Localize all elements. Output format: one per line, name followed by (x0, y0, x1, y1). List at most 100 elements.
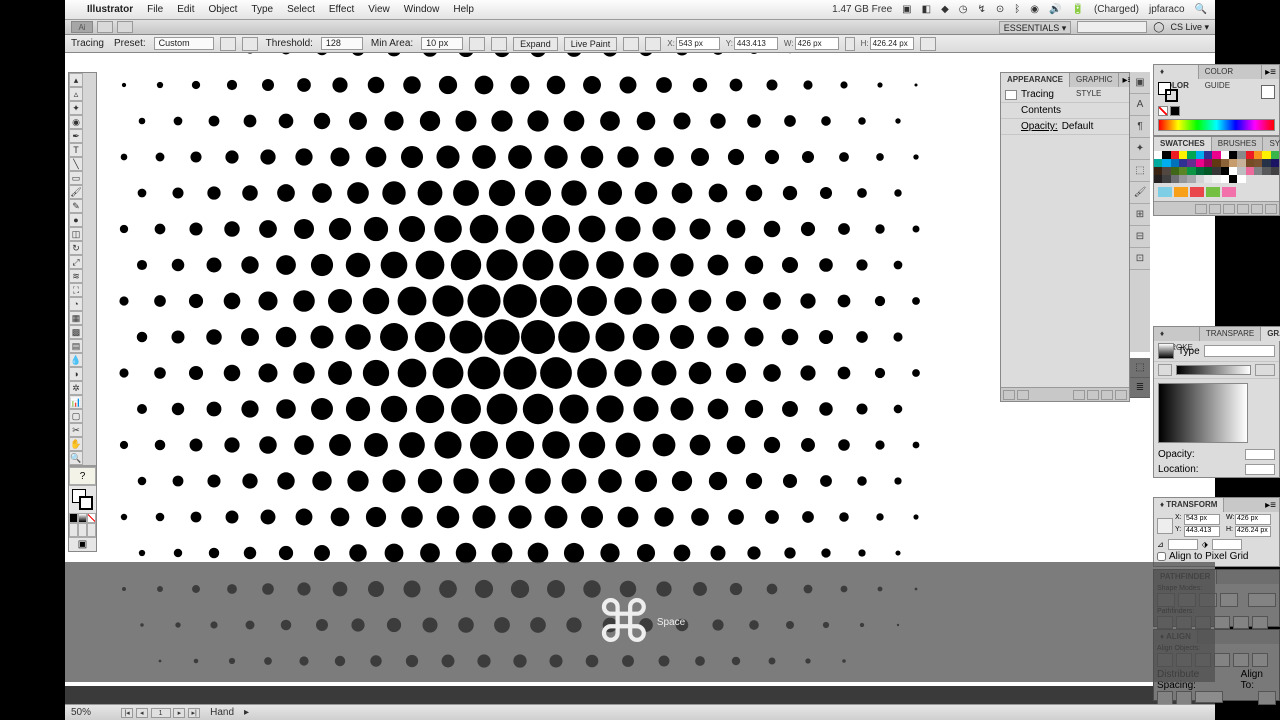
gradient-slider[interactable] (1176, 365, 1251, 375)
selection-tool[interactable]: ▴ (69, 73, 83, 87)
trace-option-icon[interactable] (469, 37, 485, 51)
color-mode-solid[interactable] (69, 513, 78, 523)
swatch[interactable] (1212, 167, 1220, 175)
trace-option-icon[interactable] (491, 37, 507, 51)
menu-edit[interactable]: Edit (177, 4, 194, 15)
constrain-icon[interactable] (920, 37, 936, 51)
distribute-h-icon[interactable] (1176, 691, 1192, 705)
alignto-icon[interactable] (1258, 691, 1276, 705)
color-swatch[interactable] (1261, 85, 1275, 99)
swatch[interactable] (1237, 167, 1245, 175)
free-transform-tool[interactable]: ⛶ (69, 283, 83, 297)
collapsed-panel-icon[interactable]: ¶ (1130, 116, 1150, 138)
preset-select[interactable]: Custom (154, 37, 214, 50)
swatch[interactable] (1174, 187, 1188, 197)
x-field[interactable]: 543 px (676, 37, 720, 50)
tab-brushes[interactable]: BRUSHES (1212, 137, 1264, 151)
swatch[interactable] (1204, 151, 1212, 159)
swatch[interactable] (1271, 151, 1279, 159)
align-vcenter-icon[interactable] (1233, 653, 1249, 667)
isolate-icon[interactable] (645, 37, 661, 51)
tab-symbols[interactable]: SYMBOLS (1263, 137, 1280, 151)
menuextra-icon[interactable]: ◆ (941, 4, 949, 15)
panel-menu-icon[interactable]: ▸≡ (1262, 500, 1279, 511)
next-artboard-icon[interactable]: ▸ (173, 708, 185, 718)
swatch[interactable] (1254, 167, 1262, 175)
collapsed-panel-icon[interactable]: A (1130, 94, 1150, 116)
reference-point-icon[interactable] (1157, 518, 1173, 534)
draw-normal[interactable] (69, 523, 78, 537)
swatch[interactable] (1158, 187, 1172, 197)
perspective-tool[interactable]: ▦ (69, 311, 83, 325)
graph-tool[interactable]: 📊 (69, 395, 83, 409)
trash-icon[interactable] (1265, 204, 1277, 214)
swatch[interactable] (1162, 175, 1170, 183)
swatch[interactable] (1271, 167, 1279, 175)
swatch[interactable] (1187, 167, 1195, 175)
swatch[interactable] (1212, 151, 1220, 159)
wh-link-icon[interactable] (845, 37, 855, 51)
swatch[interactable] (1246, 151, 1254, 159)
menu-view[interactable]: View (368, 4, 390, 15)
expand-button[interactable] (1248, 593, 1276, 607)
panel-button-icon[interactable] (1003, 390, 1015, 400)
last-artboard-icon[interactable]: ▸| (188, 708, 200, 718)
align-top-icon[interactable] (1214, 653, 1230, 667)
appearance-panel[interactable]: APPEARANCE GRAPHIC STYLE ▸≡ Tracing Cont… (1000, 72, 1130, 402)
new-fx-icon[interactable] (1073, 390, 1085, 400)
menu-object[interactable]: Object (208, 4, 237, 15)
collapsed-panel-icon[interactable]: ⬚ (1130, 160, 1150, 182)
screen-mode-button[interactable]: ▣ (69, 537, 96, 551)
swatch[interactable] (1237, 151, 1245, 159)
swatch[interactable] (1229, 175, 1237, 183)
menuextra-icon[interactable]: ◷ (959, 4, 968, 15)
swatch[interactable] (1187, 151, 1195, 159)
swatch[interactable] (1204, 159, 1212, 167)
black-swatch[interactable] (1170, 106, 1180, 116)
volume-icon[interactable]: 🔊 (1049, 4, 1061, 15)
swatch[interactable] (1154, 151, 1162, 159)
gradient-panel[interactable]: ♦ STROKE TRANSPARE GRADIENT Type Opacity… (1153, 326, 1280, 478)
pen-tool[interactable]: ✒ (69, 129, 83, 143)
prev-artboard-icon[interactable]: ◂ (136, 708, 148, 718)
appearance-item[interactable]: Contents (1021, 105, 1061, 116)
swatch[interactable] (1187, 175, 1195, 183)
swatch[interactable] (1179, 175, 1187, 183)
swatch[interactable] (1212, 159, 1220, 167)
spectrum-bar[interactable] (1158, 119, 1275, 131)
swatch[interactable] (1154, 167, 1162, 175)
tab-gradient[interactable]: GRADIENT (1261, 327, 1280, 341)
y-field[interactable]: 443.413 px (734, 37, 778, 50)
swatch[interactable] (1171, 175, 1179, 183)
gradient-type-select[interactable] (1204, 345, 1275, 357)
width-tool[interactable]: ≋ (69, 269, 83, 283)
swatch[interactable] (1171, 159, 1179, 167)
swatch[interactable] (1179, 151, 1187, 159)
minarea-field[interactable]: 10 px (421, 37, 463, 50)
tab-swatches[interactable]: SWATCHES (1154, 137, 1212, 151)
wifi-icon[interactable]: ◉ (1030, 4, 1039, 15)
swatch[interactable] (1237, 159, 1245, 167)
zoom-field[interactable]: 50% (71, 707, 111, 718)
eraser-tool[interactable]: ◫ (69, 227, 83, 241)
distribute-v-icon[interactable] (1157, 691, 1173, 705)
swatch[interactable] (1179, 159, 1187, 167)
swatch[interactable] (1262, 159, 1270, 167)
new-group-icon[interactable] (1237, 204, 1249, 214)
slice-tool[interactable]: ✂ (69, 423, 83, 437)
swatch[interactable] (1229, 151, 1237, 159)
swatch[interactable] (1246, 159, 1254, 167)
menuextra-icon[interactable]: ◧ (922, 4, 931, 15)
preview-icon[interactable] (242, 37, 258, 51)
swatch-kind-icon[interactable] (1209, 204, 1221, 214)
outline-icon[interactable] (1233, 616, 1249, 629)
swatch-lib-icon[interactable] (1195, 204, 1207, 214)
symbol-sprayer-tool[interactable]: ✲ (69, 381, 83, 395)
shear-field[interactable] (1212, 539, 1242, 550)
rotate-field[interactable] (1168, 539, 1198, 550)
expand-button[interactable]: Expand (513, 37, 558, 51)
minus-back-icon[interactable] (1252, 616, 1268, 629)
artboard-tool[interactable]: ▢ (69, 409, 83, 423)
cslive-status[interactable]: ◯ (1153, 22, 1164, 33)
trash-icon[interactable] (1115, 390, 1127, 400)
